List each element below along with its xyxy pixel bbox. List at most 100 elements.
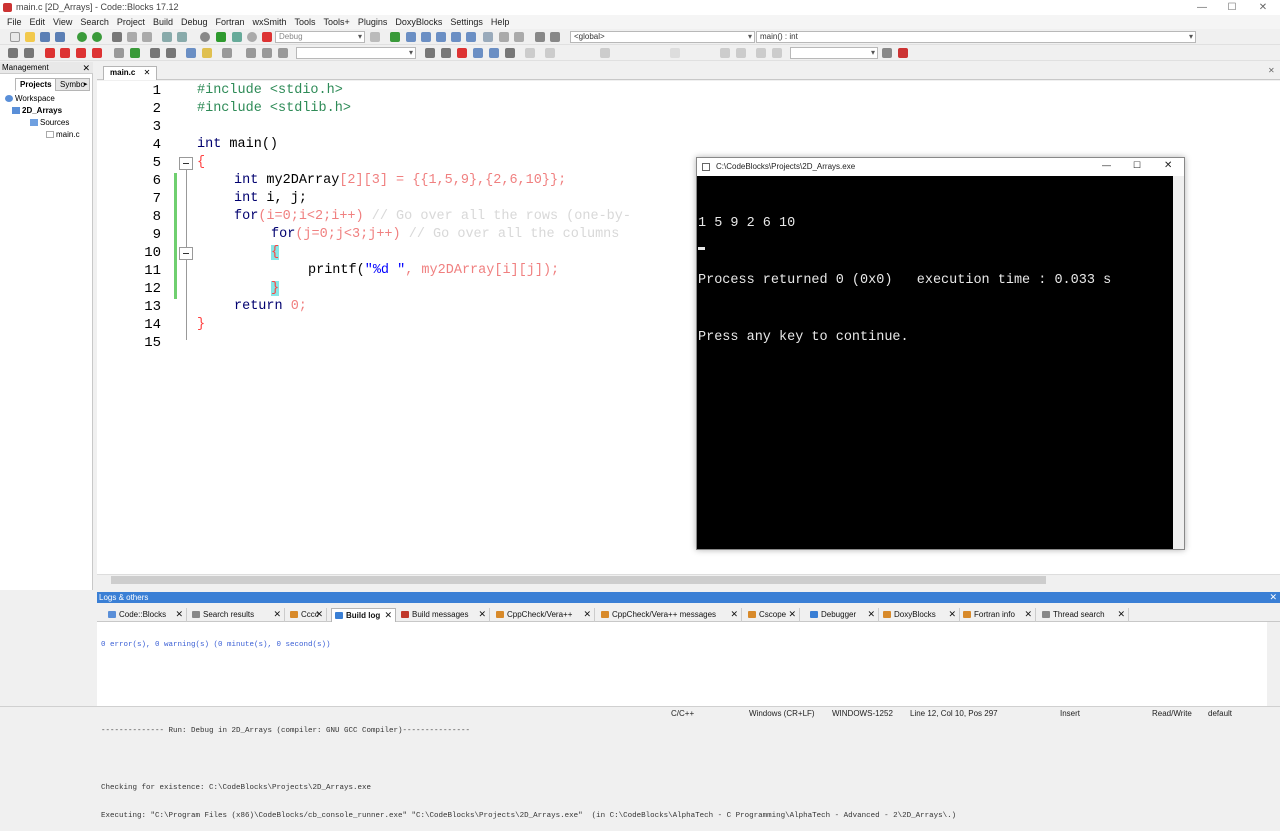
editor-tab-close-all-icon[interactable]: ✕ xyxy=(1268,66,1275,75)
tree-project[interactable]: 2D_Arrays xyxy=(12,105,62,117)
layout-1-icon[interactable] xyxy=(545,48,555,58)
debug-windows-icon[interactable] xyxy=(535,32,545,42)
run-icon[interactable] xyxy=(216,32,226,42)
management-close-button[interactable]: ✕ xyxy=(82,62,90,74)
jump-forward-icon[interactable] xyxy=(278,48,288,58)
log-tab-doxyblocks[interactable]: DoxyBlocks ✕ xyxy=(880,608,960,622)
console-minimize-button[interactable]: — xyxy=(1102,160,1111,170)
zoom-out-icon[interactable] xyxy=(736,48,746,58)
bookmark-next-icon[interactable] xyxy=(76,48,86,58)
log-tab-build-messages[interactable]: Build messages ✕ xyxy=(398,608,490,622)
bookmark-toggle-icon[interactable] xyxy=(45,48,55,58)
target-dialog-icon[interactable] xyxy=(370,32,380,42)
console-output[interactable]: 1 5 9 2 6 10 Process returned 0 (0x0) ex… xyxy=(697,176,1173,549)
log-tab-codeblocks[interactable]: Code::Blocks ✕ xyxy=(105,608,187,622)
console-title-bar[interactable]: C:\CodeBlocks\Projects\2D_Arrays.exe — ☐… xyxy=(697,158,1184,176)
redo-icon[interactable] xyxy=(92,32,102,42)
menu-view[interactable]: View xyxy=(49,15,76,29)
copy-icon[interactable] xyxy=(127,32,137,42)
log-tab-cppcheck[interactable]: CppCheck/Vera++ ✕ xyxy=(493,608,595,622)
debug-info-icon[interactable] xyxy=(550,32,560,42)
menu-fortran[interactable]: Fortran xyxy=(211,15,248,29)
fold-toggle-main[interactable] xyxy=(179,157,193,170)
bookmark-clear-icon[interactable] xyxy=(92,48,102,58)
console-close-button[interactable]: ✕ xyxy=(1164,160,1172,171)
tree-file-main-c[interactable]: main.c xyxy=(46,129,80,141)
console-scrollbar[interactable] xyxy=(1173,176,1184,549)
save-all-icon[interactable] xyxy=(55,32,65,42)
select-icon[interactable] xyxy=(186,48,196,58)
replace-icon[interactable] xyxy=(177,32,187,42)
pause-icon[interactable] xyxy=(499,32,509,42)
case-icon[interactable] xyxy=(505,48,515,58)
log-tab-thread-search[interactable]: Thread search ✕ xyxy=(1039,608,1129,622)
save-icon[interactable] xyxy=(40,32,50,42)
log-tab-build-log[interactable]: Build log ✕ xyxy=(331,608,396,622)
console-maximize-button[interactable]: ☐ xyxy=(1133,160,1141,171)
open-folder-icon[interactable] xyxy=(25,32,35,42)
menu-file[interactable]: File xyxy=(3,15,26,29)
match-brace-icon[interactable] xyxy=(114,48,124,58)
build-log-scrollbar[interactable] xyxy=(1267,622,1280,706)
search-combo[interactable] xyxy=(296,47,416,59)
maximize-button[interactable]: ☐ xyxy=(1217,0,1247,15)
log-tab-search-results[interactable]: Search results ✕ xyxy=(189,608,285,622)
scope-select[interactable]: <global> xyxy=(570,31,755,43)
find-icon[interactable] xyxy=(162,32,172,42)
menu-settings[interactable]: Settings xyxy=(446,15,487,29)
uncomment-icon[interactable] xyxy=(166,48,176,58)
undo-icon[interactable] xyxy=(77,32,87,42)
log-tab-debugger[interactable]: Debugger ✕ xyxy=(807,608,879,622)
log-tab-cppcheck-messages[interactable]: CppCheck/Vera++ messages ✕ xyxy=(598,608,742,622)
menu-debug[interactable]: Debug xyxy=(177,15,212,29)
log-tab-cscope[interactable]: Cscope ✕ xyxy=(745,608,800,622)
layout-2-icon[interactable] xyxy=(600,48,610,58)
build-run-icon[interactable] xyxy=(232,32,242,42)
minimize-button[interactable]: — xyxy=(1187,0,1217,15)
symbol-select[interactable]: main() : int xyxy=(756,31,1196,43)
menu-tools[interactable]: Tools xyxy=(291,15,320,29)
stop-debug-icon[interactable] xyxy=(514,32,524,42)
tree-workspace[interactable]: Workspace xyxy=(5,93,55,105)
doxy-icon[interactable] xyxy=(525,48,535,58)
find-prev-icon[interactable] xyxy=(473,48,483,58)
menu-edit[interactable]: Edit xyxy=(26,15,50,29)
forward-arrow-icon[interactable] xyxy=(24,48,34,58)
step-into-icon[interactable] xyxy=(436,32,446,42)
menu-tools-plus[interactable]: Tools+ xyxy=(320,15,354,29)
tree-sources-folder[interactable]: Sources xyxy=(30,117,69,129)
paste-icon[interactable] xyxy=(142,32,152,42)
editor-scroll-thumb[interactable] xyxy=(111,576,1046,584)
log-tab-fortran-info[interactable]: Fortran info ✕ xyxy=(960,608,1036,622)
debug-start-icon[interactable] xyxy=(390,32,400,42)
rebuild-icon[interactable] xyxy=(247,32,257,42)
symbol-c-icon[interactable] xyxy=(772,48,782,58)
bookmark-prev-icon[interactable] xyxy=(60,48,70,58)
fold-toggle-inner[interactable] xyxy=(179,247,193,260)
close-button[interactable]: ✕ xyxy=(1248,0,1278,15)
thread-search-icon[interactable] xyxy=(882,48,892,58)
menu-doxyblocks[interactable]: DoxyBlocks xyxy=(391,15,446,29)
build-log-output[interactable]: 0 error(s), 0 warning(s) (0 minute(s), 0… xyxy=(97,622,1267,820)
previous-icon[interactable] xyxy=(425,48,435,58)
logs-close-button[interactable]: ✕ xyxy=(1269,592,1277,603)
comment-icon[interactable] xyxy=(150,48,160,58)
menu-search[interactable]: Search xyxy=(76,15,113,29)
layout-3-icon[interactable] xyxy=(670,48,680,58)
abort-icon[interactable] xyxy=(262,32,272,42)
stream-icon[interactable] xyxy=(222,48,232,58)
jump-back-icon[interactable] xyxy=(246,48,256,58)
autocomplete-icon[interactable] xyxy=(202,48,212,58)
highlight-icon[interactable] xyxy=(130,48,140,58)
thread-search-options-icon[interactable] xyxy=(898,48,908,58)
next-instruction-icon[interactable] xyxy=(466,32,476,42)
log-tab-cccc[interactable]: Cccc ✕ xyxy=(287,608,327,622)
tab-scroll-arrow-icon[interactable]: ▸ xyxy=(84,80,88,88)
next-icon[interactable] xyxy=(441,48,451,58)
symbol-s-icon[interactable] xyxy=(756,48,766,58)
build-target-select[interactable]: Debug xyxy=(275,31,365,43)
new-file-icon[interactable] xyxy=(10,32,20,42)
step-out-icon[interactable] xyxy=(451,32,461,42)
thread-search-combo[interactable] xyxy=(790,47,878,59)
cut-icon[interactable] xyxy=(112,32,122,42)
